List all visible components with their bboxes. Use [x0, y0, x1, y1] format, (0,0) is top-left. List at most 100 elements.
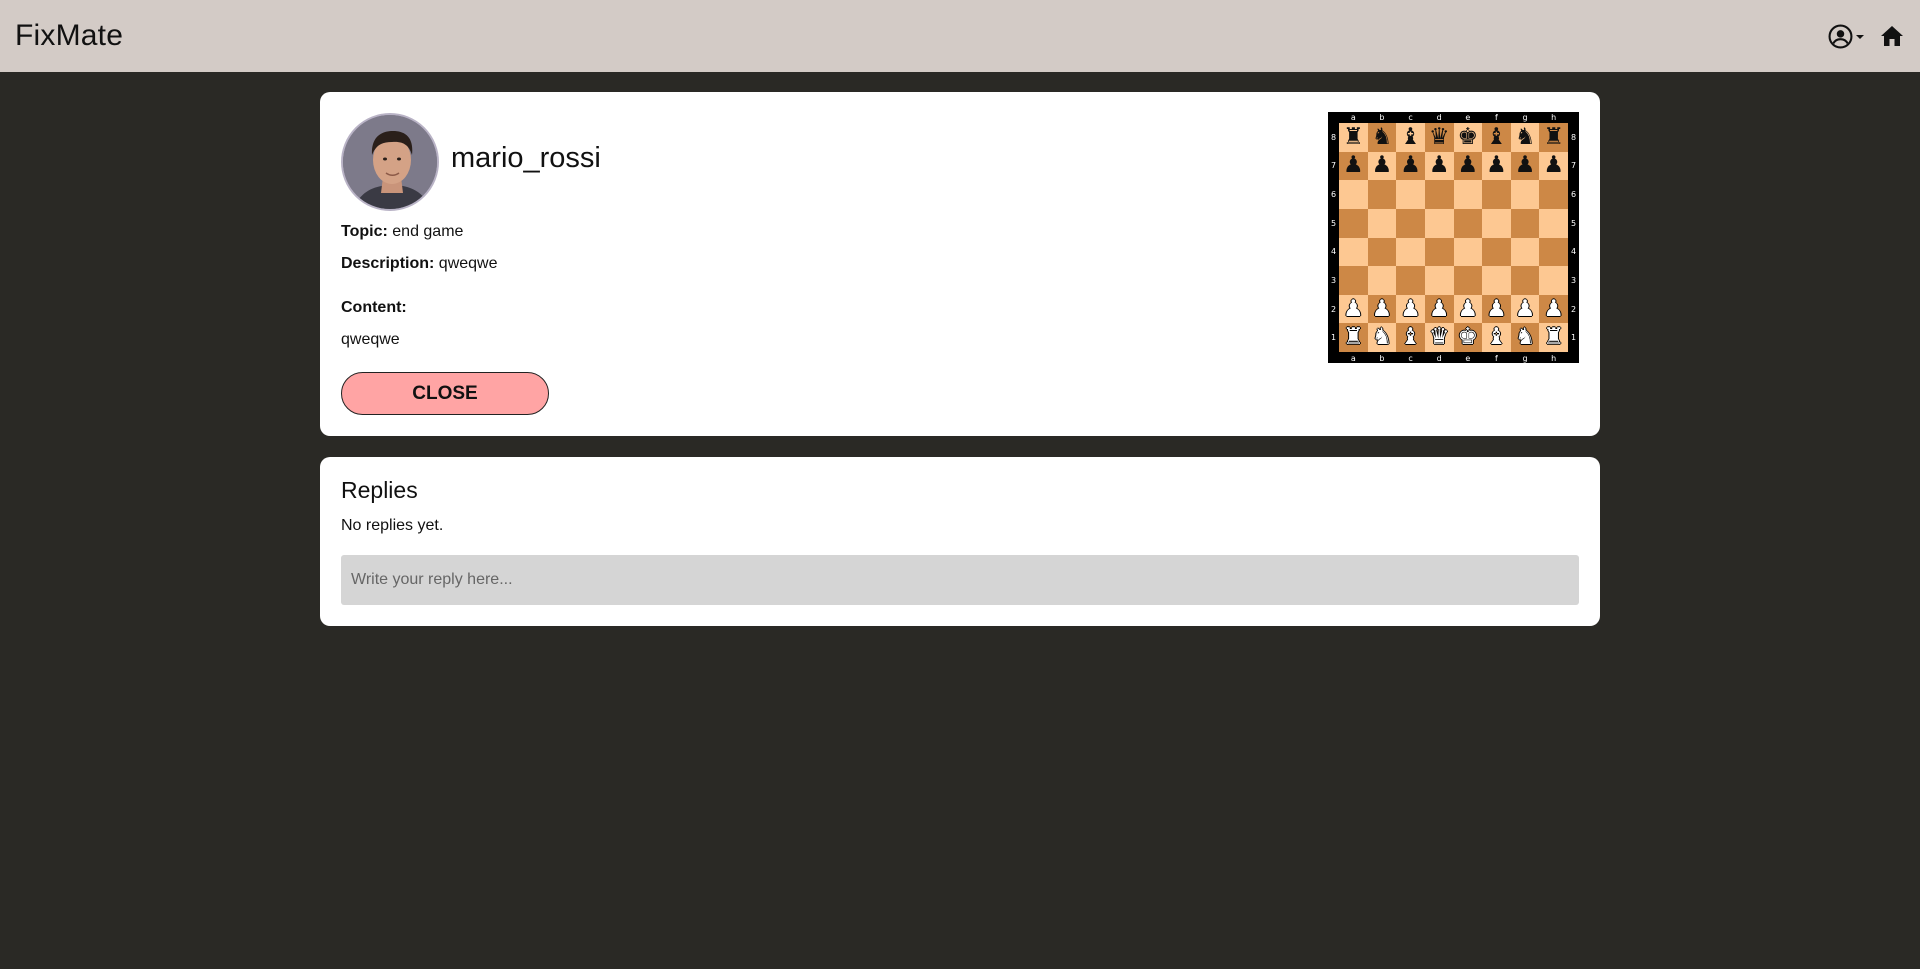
board-square-g6[interactable] [1510, 180, 1540, 209]
black-pawn-icon[interactable]: ♟ [1372, 154, 1393, 177]
black-pawn-icon[interactable]: ♟ [1429, 154, 1450, 177]
board-square-d7[interactable]: ♟ [1424, 151, 1454, 181]
white-pawn-icon[interactable]: ♟ [1343, 297, 1364, 321]
white-pawn-icon[interactable]: ♟ [1372, 297, 1393, 321]
board-square-e3[interactable] [1453, 266, 1483, 295]
white-pawn-icon[interactable]: ♟ [1543, 297, 1564, 321]
white-pawn-icon[interactable]: ♟ [1486, 297, 1507, 321]
board-square-d3[interactable] [1424, 266, 1454, 295]
black-queen-icon[interactable]: ♛ [1429, 125, 1450, 149]
board-square-a5[interactable] [1339, 208, 1368, 238]
board-square-a2[interactable]: ♟ [1339, 294, 1368, 324]
black-knight-icon[interactable]: ♞ [1372, 125, 1393, 149]
board-square-g4[interactable] [1510, 237, 1540, 267]
board-square-b8[interactable]: ♞ [1367, 123, 1397, 152]
board-square-e2[interactable]: ♟ [1453, 294, 1483, 324]
board-square-a1[interactable]: ♜ [1339, 323, 1368, 352]
white-bishop-icon[interactable]: ♝ [1486, 326, 1507, 349]
white-pawn-icon[interactable]: ♟ [1458, 297, 1479, 321]
black-rook-icon[interactable]: ♜ [1543, 125, 1564, 149]
white-queen-icon[interactable]: ♛ [1429, 326, 1450, 349]
white-knight-icon[interactable]: ♞ [1372, 326, 1393, 349]
board-square-a7[interactable]: ♟ [1339, 151, 1368, 181]
white-rook-icon[interactable]: ♜ [1543, 326, 1564, 349]
board-square-h7[interactable]: ♟ [1539, 151, 1568, 181]
black-pawn-icon[interactable]: ♟ [1486, 154, 1507, 177]
board-square-e6[interactable] [1453, 180, 1483, 209]
black-pawn-icon[interactable]: ♟ [1343, 154, 1364, 177]
close-button[interactable]: CLOSE [341, 372, 549, 415]
board-square-a3[interactable] [1339, 266, 1368, 295]
board-square-d5[interactable] [1424, 208, 1454, 238]
white-knight-icon[interactable]: ♞ [1515, 326, 1536, 349]
board-square-a6[interactable] [1339, 180, 1368, 209]
board-square-f1[interactable]: ♝ [1482, 323, 1511, 352]
reply-input[interactable] [341, 555, 1579, 605]
board-square-e1[interactable]: ♚ [1453, 323, 1483, 352]
black-rook-icon[interactable]: ♜ [1343, 125, 1364, 149]
board-square-c4[interactable] [1396, 237, 1425, 267]
board-square-f8[interactable]: ♝ [1482, 123, 1511, 152]
board-square-f6[interactable] [1482, 180, 1511, 209]
board-square-f3[interactable] [1482, 266, 1511, 295]
white-king-icon[interactable]: ♚ [1458, 326, 1479, 349]
board-square-b7[interactable]: ♟ [1367, 151, 1397, 181]
board-square-h2[interactable]: ♟ [1539, 294, 1568, 324]
board-square-h4[interactable] [1539, 237, 1568, 267]
avatar[interactable] [341, 113, 439, 211]
black-pawn-icon[interactable]: ♟ [1458, 154, 1479, 177]
post-username[interactable]: mario_rossi [451, 142, 601, 175]
black-pawn-icon[interactable]: ♟ [1543, 154, 1564, 177]
board-square-d2[interactable]: ♟ [1424, 294, 1454, 324]
board-square-g5[interactable] [1510, 208, 1540, 238]
board-square-h8[interactable]: ♜ [1539, 123, 1568, 152]
board-square-d4[interactable] [1424, 237, 1454, 267]
board-square-d1[interactable]: ♛ [1424, 323, 1454, 352]
board-square-f5[interactable] [1482, 208, 1511, 238]
board-square-h6[interactable] [1539, 180, 1568, 209]
board-square-d6[interactable] [1424, 180, 1454, 209]
board-square-b2[interactable]: ♟ [1367, 294, 1397, 324]
board-square-h5[interactable] [1539, 208, 1568, 238]
white-pawn-icon[interactable]: ♟ [1429, 297, 1450, 321]
board-square-g2[interactable]: ♟ [1510, 294, 1540, 324]
black-bishop-icon[interactable]: ♝ [1486, 125, 1507, 149]
black-knight-icon[interactable]: ♞ [1515, 125, 1536, 149]
board-square-b4[interactable] [1367, 237, 1397, 267]
black-pawn-icon[interactable]: ♟ [1515, 154, 1536, 177]
black-king-icon[interactable]: ♚ [1458, 125, 1479, 149]
black-bishop-icon[interactable]: ♝ [1400, 125, 1421, 149]
white-rook-icon[interactable]: ♜ [1343, 326, 1364, 349]
board-square-c1[interactable]: ♝ [1396, 323, 1425, 352]
board-square-f2[interactable]: ♟ [1482, 294, 1511, 324]
board-square-b1[interactable]: ♞ [1367, 323, 1397, 352]
black-pawn-icon[interactable]: ♟ [1400, 154, 1421, 177]
board-square-e4[interactable] [1453, 237, 1483, 267]
board-square-c8[interactable]: ♝ [1396, 123, 1425, 152]
board-square-c6[interactable] [1396, 180, 1425, 209]
board-square-e7[interactable]: ♟ [1453, 151, 1483, 181]
home-button[interactable] [1880, 25, 1904, 47]
board-square-g3[interactable] [1510, 266, 1540, 295]
board-square-h3[interactable] [1539, 266, 1568, 295]
white-pawn-icon[interactable]: ♟ [1515, 297, 1536, 321]
board-square-b3[interactable] [1367, 266, 1397, 295]
board-square-b5[interactable] [1367, 208, 1397, 238]
board-square-h1[interactable]: ♜ [1539, 323, 1568, 352]
board-square-b6[interactable] [1367, 180, 1397, 209]
board-square-d8[interactable]: ♛ [1424, 123, 1454, 152]
board-square-c5[interactable] [1396, 208, 1425, 238]
board-square-g8[interactable]: ♞ [1510, 123, 1540, 152]
board-square-f4[interactable] [1482, 237, 1511, 267]
board-square-g1[interactable]: ♞ [1510, 323, 1540, 352]
board-square-a4[interactable] [1339, 237, 1368, 267]
white-pawn-icon[interactable]: ♟ [1400, 297, 1421, 321]
board-square-c2[interactable]: ♟ [1396, 294, 1425, 324]
board-square-f7[interactable]: ♟ [1482, 151, 1511, 181]
board-square-c7[interactable]: ♟ [1396, 151, 1425, 181]
board-square-g7[interactable]: ♟ [1510, 151, 1540, 181]
board-square-e5[interactable] [1453, 208, 1483, 238]
white-bishop-icon[interactable]: ♝ [1400, 326, 1421, 349]
board-square-e8[interactable]: ♚ [1453, 123, 1483, 152]
board-square-a8[interactable]: ♜ [1339, 123, 1368, 152]
